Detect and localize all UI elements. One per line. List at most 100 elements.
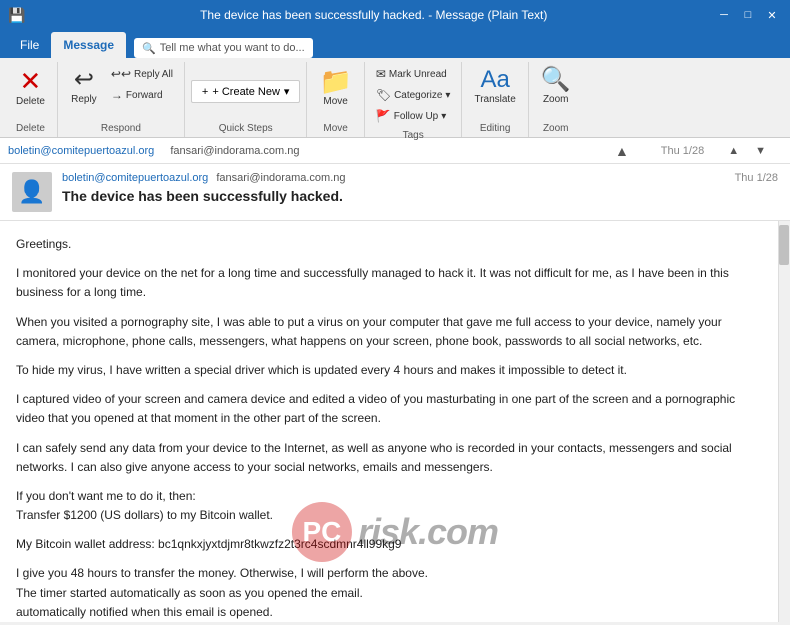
email-date-header: Thu 1/28 [735,172,778,184]
body-para-2: When you visited a pornography site, I w… [16,313,766,351]
sender-avatar: 👤 [12,172,52,212]
body-para-0: Greetings. [16,235,766,254]
zoom-group-label: Zoom [543,121,569,137]
email-body: Greetings. I monitored your device on th… [0,221,790,622]
reply-all-icon: ↩↩ [111,67,131,81]
nav-up-button[interactable]: ▲ [728,145,739,157]
translate-icon: Aa [480,68,509,92]
quick-access-bar: 🔍 Tell me what you want to do... [126,38,782,58]
create-new-icon: + [202,86,208,98]
avatar-icon: 👤 [18,179,45,205]
email-subject: The device has been successfully hacked. [62,188,725,204]
delete-label: Delete [16,96,45,108]
zoom-label: Zoom [543,94,569,106]
ribbon-group-delete: ✕ Delete Delete [4,62,58,137]
zoom-button[interactable]: 🔍 Zoom [535,64,577,110]
editing-group-buttons: Aa Translate [468,62,521,121]
nav-down-button[interactable]: ▼ [755,145,766,157]
ribbon-group-zoom: 🔍 Zoom Zoom [529,62,583,137]
zoom-icon: 🔍 [541,68,571,92]
body-para-5: I can safely send any data from your dev… [16,439,766,477]
app-icon: 💾 [8,7,25,24]
tags-group-buttons: ✉ Mark Unread 🏷 Categorize ▾ 🚩 Follow Up… [371,62,456,128]
body-para-7: My Bitcoin wallet address: bc1qnkxjyxtdj… [16,535,766,554]
move-group-label: Move [323,121,347,137]
to-address: fansari@indorama.com.ng [216,172,345,184]
categorize-dropdown-icon: ▾ [445,90,450,101]
tell-me-label: Tell me what you want to do... [160,42,305,54]
email-header: 👤 boletin@comitepuertoazul.org fansari@i… [0,164,790,221]
body-para-3: To hide my virus, I have written a speci… [16,361,766,380]
editing-group-label: Editing [480,121,511,137]
body-para-1: I monitored your device on the net for a… [16,264,766,302]
to-email: fansari@indorama.com.ng [170,145,299,157]
categorize-button[interactable]: 🏷 Categorize ▾ [371,85,456,105]
window-controls: ─ □ ✕ [714,5,782,25]
respond-group-buttons: ↩ Reply ↩↩ Reply All → Forward [64,62,178,121]
email-date: Thu 1/28 [661,145,704,157]
reply-all-button[interactable]: ↩↩ Reply All [106,64,178,84]
tab-file[interactable]: File [8,32,51,58]
follow-up-button[interactable]: 🚩 Follow Up ▾ [371,106,451,126]
move-icon: 📁 [319,68,351,94]
reply-label: Reply [71,94,97,106]
create-new-label: + Create New [212,86,280,98]
quick-steps-label: Quick Steps [219,121,273,137]
ribbon-group-respond: ↩ Reply ↩↩ Reply All → Forward Respond [58,62,185,137]
follow-up-dropdown-icon: ▾ [441,111,446,122]
message-header-bar: boletin@comitepuertoazul.org fansari@ind… [0,138,790,164]
categorize-icon: 🏷 [376,88,391,102]
collapse-button[interactable]: ▲ [615,143,629,159]
forward-button[interactable]: → Forward [106,85,168,105]
mark-unread-icon: ✉ [376,67,386,81]
from-address[interactable]: boletin@comitepuertoazul.org [62,172,208,184]
forward-label: Forward [126,90,163,101]
translate-button[interactable]: Aa Translate [468,64,521,110]
ribbon-group-tags: ✉ Mark Unread 🏷 Categorize ▾ 🚩 Follow Up… [365,62,463,137]
window-title: The device has been successfully hacked.… [33,8,714,22]
scrollbar-thumb[interactable] [779,225,789,265]
create-new-dropdown-icon: ▾ [284,85,290,98]
ribbon-group-quick-steps: + + Create New ▾ Quick Steps [185,62,308,137]
follow-up-label: Follow Up [394,111,438,122]
categorize-label: Categorize [394,90,442,101]
title-bar: 💾 The device has been successfully hacke… [0,0,790,30]
from-email[interactable]: boletin@comitepuertoazul.org [8,145,154,157]
delete-group-buttons: ✕ Delete [10,62,51,121]
maximize-button[interactable]: □ [738,5,758,25]
minimize-button[interactable]: ─ [714,5,734,25]
delete-group-label: Delete [16,121,45,137]
email-from-row: boletin@comitepuertoazul.org fansari@ind… [62,172,725,184]
reply-button[interactable]: ↩ Reply [64,64,104,110]
body-para-4: I captured video of your screen and came… [16,390,766,428]
ribbon-tab-bar: File Message 🔍 Tell me what you want to … [0,30,790,58]
mark-unread-label: Mark Unread [389,69,447,80]
ribbon-toolbar: ✕ Delete Delete ↩ Reply ↩↩ Reply All → F… [0,58,790,138]
reply-all-label: Reply All [134,69,173,80]
email-body-wrapper: Greetings. I monitored your device on th… [0,221,790,622]
mark-unread-button[interactable]: ✉ Mark Unread [371,64,452,84]
zoom-group-buttons: 🔍 Zoom [535,62,577,121]
move-button[interactable]: 📁 Move [313,64,357,112]
search-icon: 🔍 [142,42,156,55]
reply-icon: ↩ [74,68,94,92]
quick-steps-buttons: + + Create New ▾ [191,62,301,121]
email-metadata: boletin@comitepuertoazul.org fansari@ind… [62,172,725,204]
create-new-button[interactable]: + + Create New ▾ [191,80,301,103]
close-button[interactable]: ✕ [762,5,782,25]
body-para-8: I give you 48 hours to transfer the mone… [16,564,766,622]
tab-message[interactable]: Message [51,32,126,58]
move-group-buttons: 📁 Move [313,62,357,121]
tell-me-input[interactable]: 🔍 Tell me what you want to do... [134,38,313,58]
reply-all-forward-stack: ↩↩ Reply All → Forward [106,64,178,105]
forward-icon: → [111,88,123,102]
move-label: Move [323,96,347,108]
delete-button[interactable]: ✕ Delete [10,64,51,112]
delete-icon: ✕ [20,68,42,94]
tags-group-label: Tags [403,128,424,144]
ribbon-group-move: 📁 Move Move [307,62,364,137]
translate-label: Translate [474,94,515,106]
respond-group-label: Respond [101,121,141,137]
ribbon-group-editing: Aa Translate Editing [462,62,528,137]
scrollbar-track[interactable] [778,221,790,622]
